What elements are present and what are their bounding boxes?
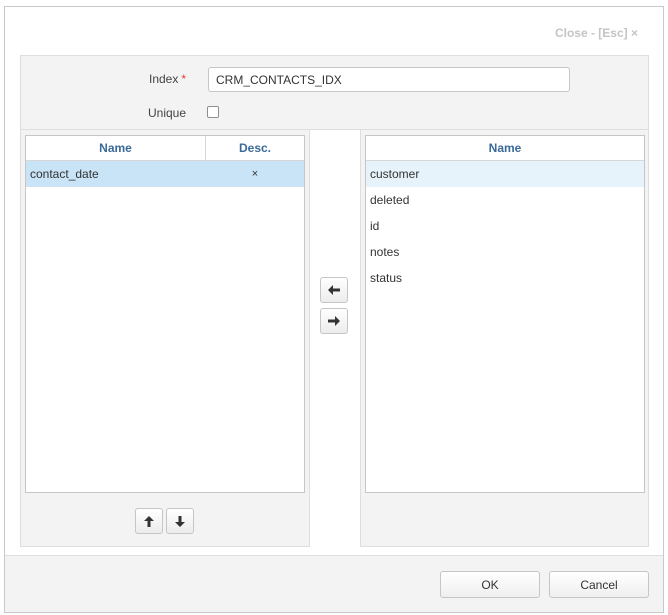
grid-header: Name Desc. — [26, 136, 304, 161]
available-columns-panel: Name customer deleted id notes status — [360, 130, 649, 547]
column-header-desc[interactable]: Desc. — [206, 136, 304, 160]
index-label: Index * — [149, 72, 187, 86]
close-button[interactable]: Close - [Esc] × — [555, 26, 638, 40]
list-item[interactable]: id — [366, 213, 644, 239]
row-name: contact_date — [30, 167, 99, 181]
column-header-name[interactable]: Name — [366, 136, 644, 160]
dialog-footer: OK Cancel — [5, 555, 663, 612]
list-item[interactable]: notes — [366, 239, 644, 265]
add-column-button[interactable] — [320, 277, 348, 303]
list-item[interactable]: deleted — [366, 187, 644, 213]
move-down-button[interactable] — [166, 508, 194, 534]
grid-header: Name — [366, 136, 644, 161]
transfer-buttons — [310, 130, 360, 547]
remove-column-button[interactable] — [320, 308, 348, 334]
index-dialog: Close - [Esc] × Index* Unique Name Desc.… — [4, 6, 664, 613]
index-name-input[interactable] — [208, 67, 570, 92]
arrow-right-icon — [328, 316, 340, 326]
arrow-down-icon — [175, 515, 185, 527]
index-columns-panel: Name Desc. contact_date × — [20, 130, 310, 547]
cancel-button[interactable]: Cancel — [549, 571, 649, 598]
unique-checkbox[interactable] — [207, 106, 219, 118]
list-item[interactable]: status — [366, 265, 644, 291]
list-item[interactable]: customer — [366, 161, 644, 187]
ok-button[interactable]: OK — [440, 571, 540, 598]
move-up-button[interactable] — [135, 508, 163, 534]
available-columns-grid: Name customer deleted id notes status — [365, 135, 645, 493]
table-row[interactable]: contact_date × — [26, 161, 304, 187]
index-columns-grid: Name Desc. contact_date × — [25, 135, 305, 493]
column-header-name[interactable]: Name — [26, 136, 206, 160]
index-form: Index* Unique — [20, 55, 649, 130]
arrow-up-icon — [144, 515, 154, 527]
unique-label: Unique — [148, 106, 187, 120]
required-marker: * — [181, 72, 187, 86]
desc-toggle[interactable]: × — [206, 168, 304, 180]
arrow-left-icon — [328, 285, 340, 295]
